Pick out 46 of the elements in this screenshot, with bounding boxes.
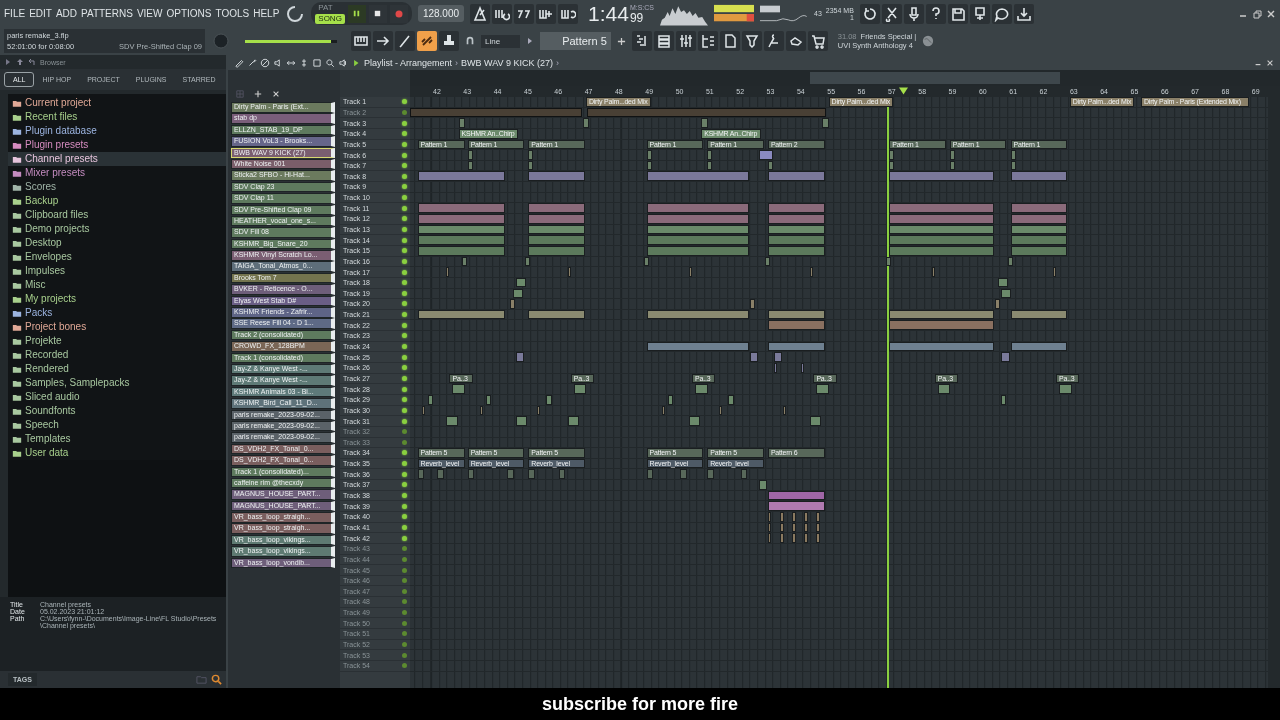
menu-item[interactable]: FILE	[4, 8, 26, 19]
browser-item[interactable]: Misc	[8, 278, 226, 292]
browser-item[interactable]: Templates	[8, 432, 226, 446]
current-clip-source[interactable]: BWB WAV 9 KICK (27)	[461, 57, 554, 68]
mode-switch[interactable]: SONG	[315, 14, 345, 24]
menu-item[interactable]: ADD	[55, 8, 78, 19]
caption: subscribe for more fire	[541, 693, 739, 715]
menu-item[interactable]: PATTERNS	[81, 8, 133, 19]
menu-item[interactable]: VIEW	[136, 8, 163, 19]
browser-item[interactable]: Envelopes	[8, 250, 226, 264]
browser-item[interactable]: Projekte	[8, 334, 226, 348]
breadcrumb-separator: ›	[455, 57, 459, 68]
browser-item[interactable]: Recorded	[8, 348, 226, 362]
tempo-display[interactable]: 128.000	[417, 5, 465, 22]
browser-item[interactable]: Clipboard files	[8, 208, 226, 222]
browser-item[interactable]: User data	[8, 446, 226, 460]
song-time: 1:44	[588, 2, 629, 25]
browser-item[interactable]: Current project	[8, 96, 226, 110]
browser-item[interactable]: Backup	[8, 194, 226, 208]
time-centiseconds: 99	[629, 10, 645, 25]
menu-item[interactable]: HELP	[253, 8, 280, 19]
browser-item[interactable]: Mixer presets	[8, 166, 226, 180]
browser-item[interactable]: Project bones	[8, 320, 226, 334]
browser-item[interactable]: Recent files	[8, 110, 226, 124]
mode-switch[interactable]: PAT	[315, 3, 345, 13]
browser-item[interactable]: Packs	[8, 306, 226, 320]
menu-item[interactable]: TOOLS	[215, 8, 250, 19]
snap-dropdown[interactable]: Line	[481, 34, 521, 48]
browser-item[interactable]: Soundfonts	[8, 404, 226, 418]
menu-item[interactable]: OPTIONS	[166, 8, 212, 19]
browser-item[interactable]: Speech	[8, 418, 226, 432]
browser-item[interactable]: Sliced audio	[8, 390, 226, 404]
browser-item[interactable]: Channel presets	[8, 152, 226, 166]
browser-item[interactable]: My projects	[8, 292, 226, 306]
browser-item[interactable]: Plugin presets	[8, 138, 226, 152]
breadcrumb-separator: ›	[556, 57, 560, 68]
browser-item[interactable]: Impulses	[8, 264, 226, 278]
browser-item[interactable]: Plugin database	[8, 124, 226, 138]
window-title: Playlist - Arrangement	[364, 57, 453, 68]
browser-item[interactable]: Rendered	[8, 362, 226, 376]
browser-item[interactable]: Desktop	[8, 236, 226, 250]
browser-item[interactable]: Samples, Samplepacks	[8, 376, 226, 390]
browser-item[interactable]: Demo projects	[8, 222, 226, 236]
browser-item[interactable]: Scores	[8, 180, 226, 194]
pattern-selector[interactable]: Pattern 5	[540, 32, 611, 50]
menu-item[interactable]: EDIT	[29, 8, 52, 19]
